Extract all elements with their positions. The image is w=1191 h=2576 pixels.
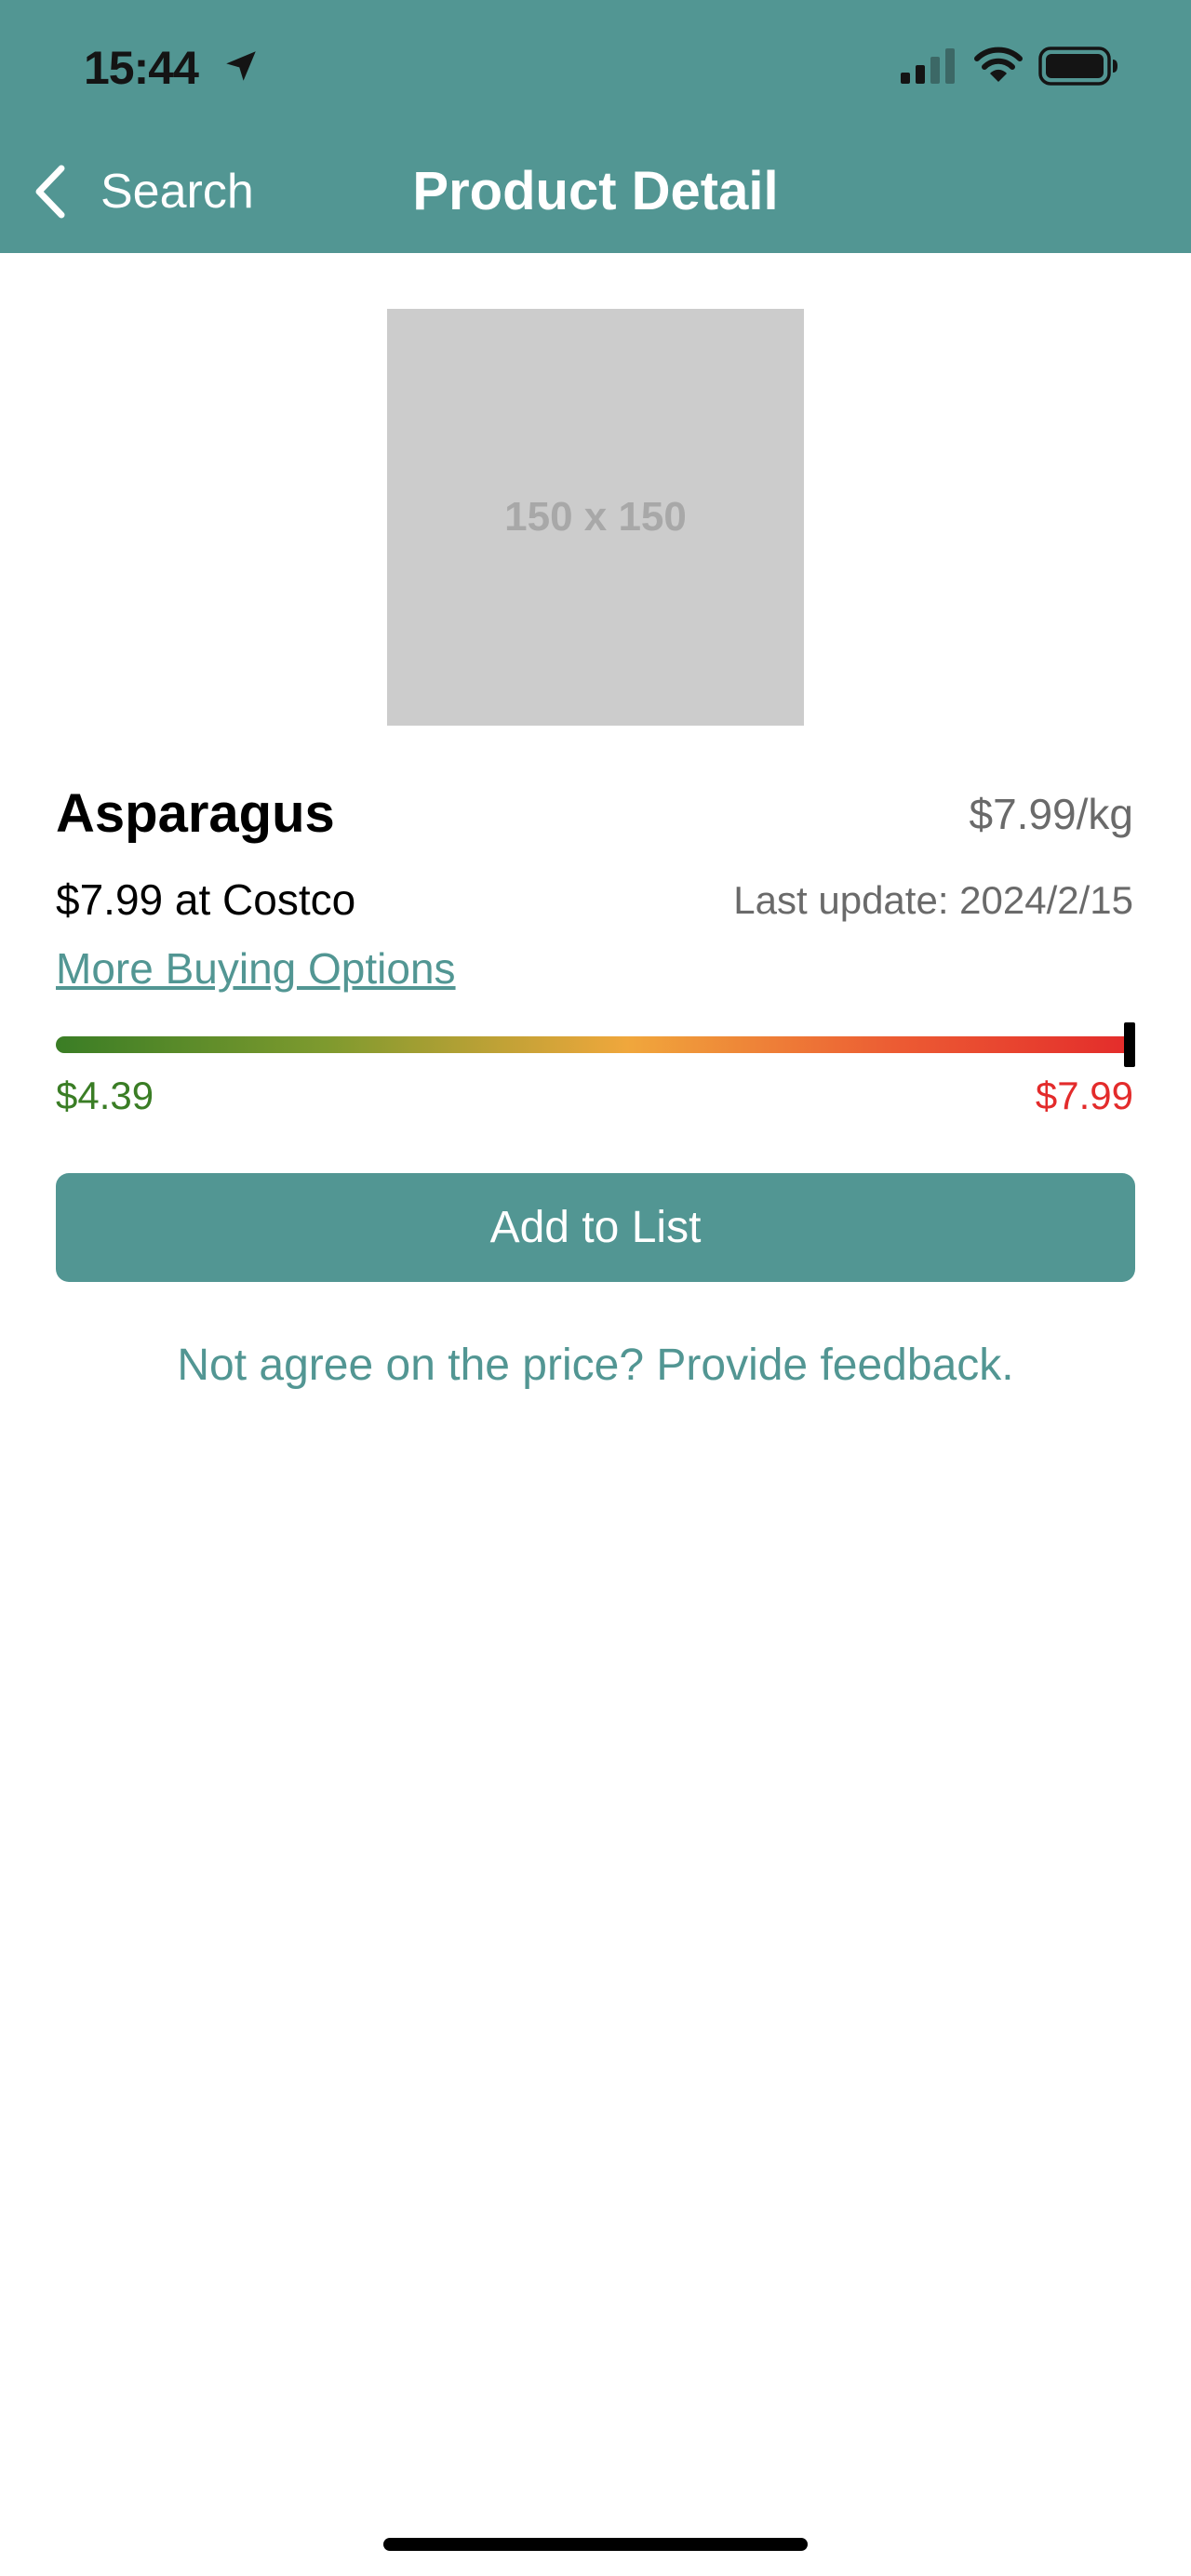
cellular-signal-icon xyxy=(901,48,955,84)
back-button[interactable]: Search xyxy=(32,154,254,229)
status-time: 15:44 xyxy=(84,42,199,94)
current-price-marker xyxy=(1124,1022,1135,1067)
more-buying-options-link[interactable]: More Buying Options xyxy=(56,940,456,997)
back-button-label: Search xyxy=(100,165,254,219)
location-arrow-icon xyxy=(226,51,256,81)
navigation-header: 15:44 Search Product Detail xyxy=(0,0,1191,253)
price-range-bar xyxy=(56,1036,1135,1053)
home-indicator xyxy=(383,2538,808,2551)
battery-icon xyxy=(1038,47,1117,86)
image-placeholder-label: 150 x 150 xyxy=(504,494,687,540)
add-to-list-button[interactable]: Add to List xyxy=(56,1173,1135,1282)
wifi-icon xyxy=(974,47,1023,82)
unit-price: $7.99/kg xyxy=(969,790,1133,838)
product-image-placeholder: 150 x 150 xyxy=(387,309,804,726)
store-price: $7.99 at Costco xyxy=(56,875,356,924)
last-update: Last update: 2024/2/15 xyxy=(733,878,1133,922)
chevron-left-icon xyxy=(35,165,65,219)
price-max-label: $7.99 xyxy=(1035,1074,1133,1117)
product-name: Asparagus xyxy=(56,783,335,844)
price-min-label: $4.39 xyxy=(56,1074,154,1117)
feedback-link[interactable]: Not agree on the price? Provide feedback… xyxy=(0,1334,1191,1397)
